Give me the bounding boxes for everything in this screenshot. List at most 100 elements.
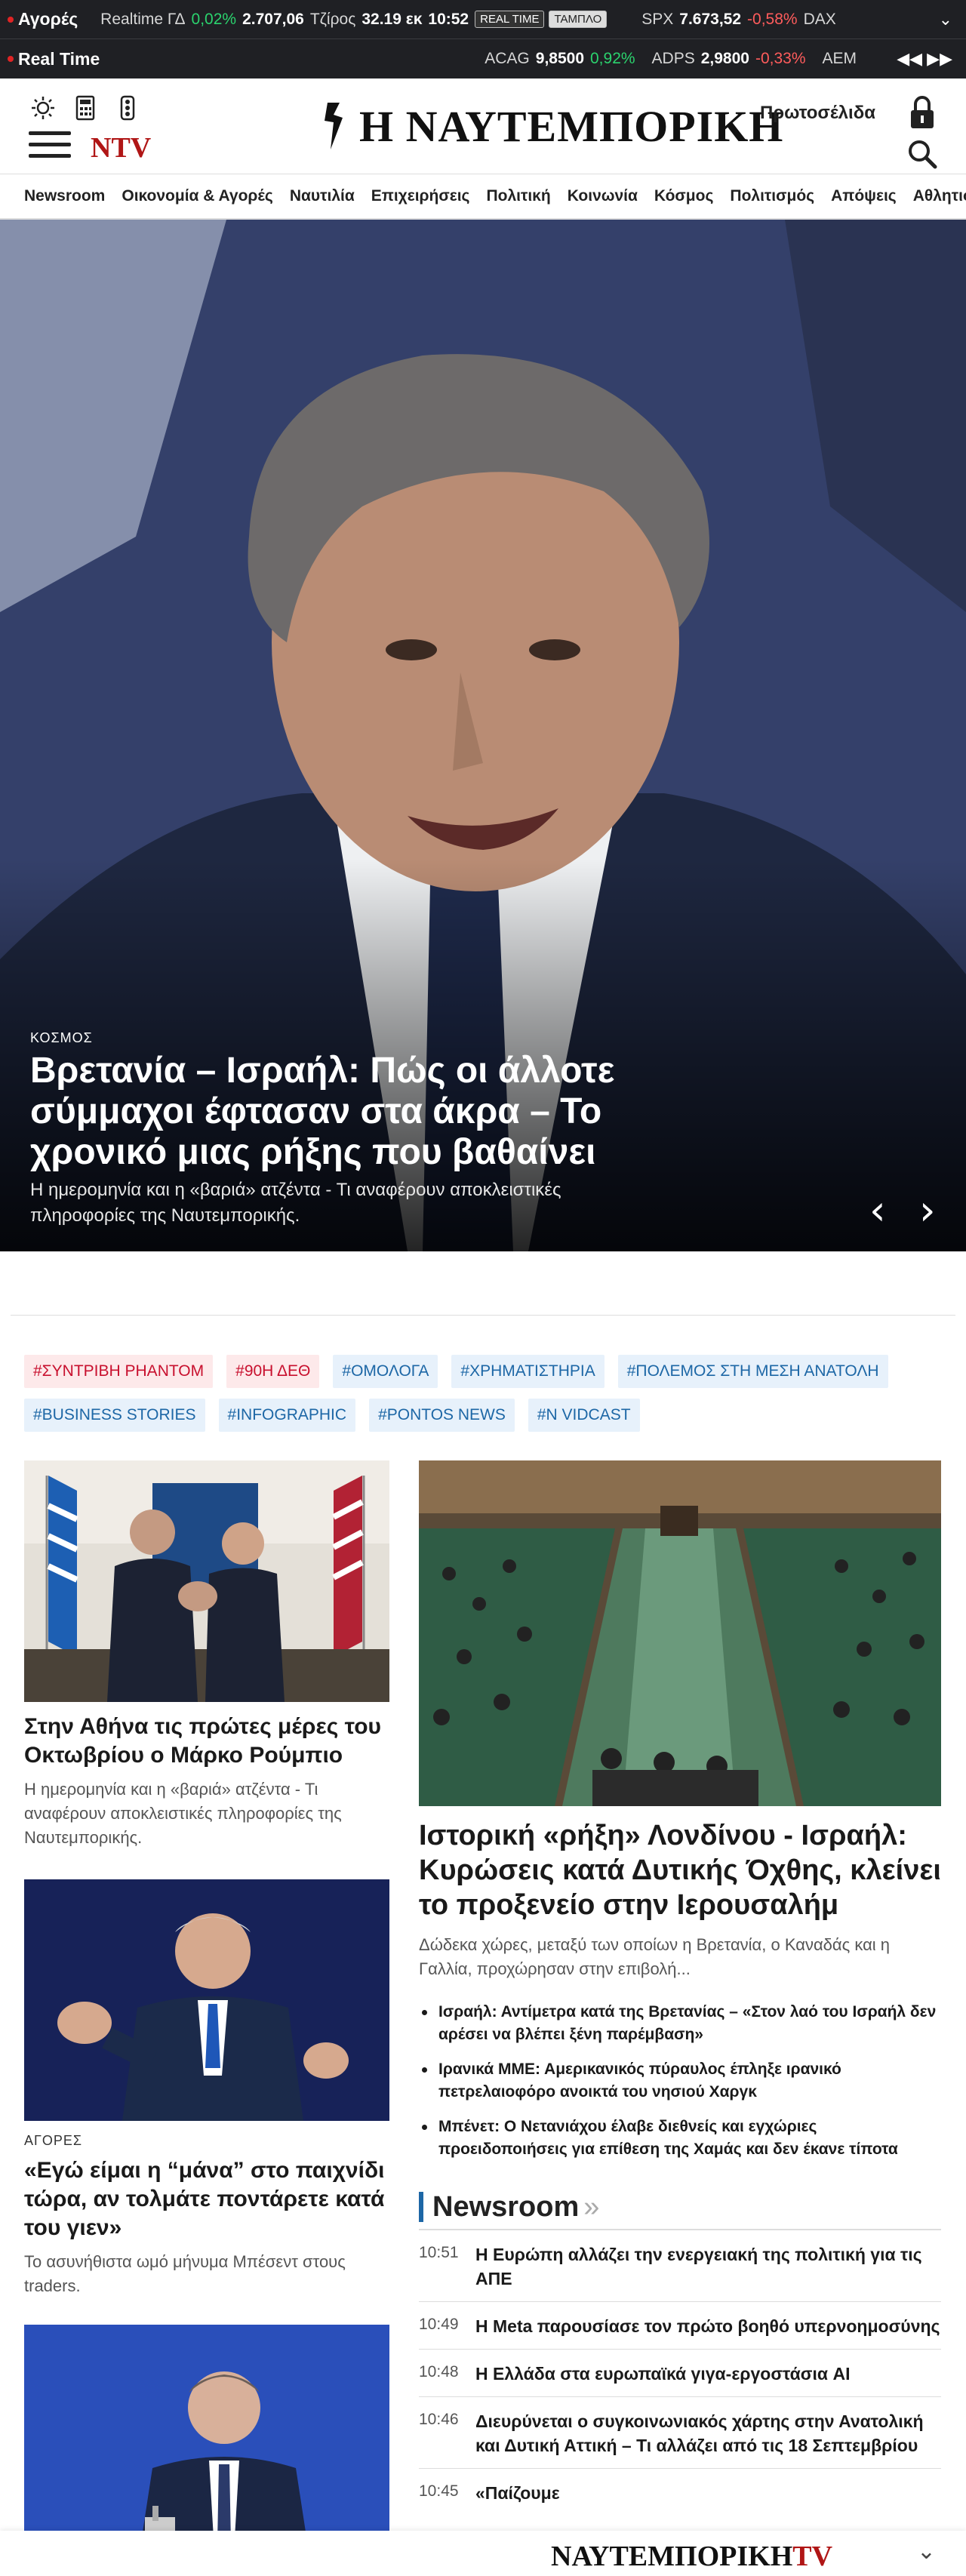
header-icons — [30, 95, 140, 121]
article-card-mitsotakis[interactable] — [24, 2325, 389, 2566]
news-title[interactable]: Η Ευρώπη αλλάζει την ενεργειακή της πολι… — [475, 2242, 941, 2291]
acag-label: ACAG — [485, 50, 530, 67]
tag-pill[interactable]: #90Η ΔΕΘ — [226, 1355, 320, 1388]
ticker-expand-icon[interactable]: ⌄ — [939, 10, 966, 29]
search-icon[interactable] — [907, 139, 937, 169]
newsroom-item[interactable]: 10:49 Η Meta παρουσίασε τον πρώτο βοηθό … — [419, 2302, 941, 2350]
nav-item[interactable]: Αθλητισμός — [913, 187, 966, 205]
realtime-label: Realtime ΓΔ — [100, 10, 186, 28]
mitsotakis-photo-illustration — [24, 2325, 389, 2566]
newsroom-item[interactable]: 10:46 Διευρύνεται ο συγκοινωνιακός χάρτη… — [419, 2397, 941, 2469]
hero-subtitle: Η ημερομηνία και η «βαριά» ατζέντα - Τι … — [30, 1180, 561, 1226]
article-title[interactable]: «Εγώ είμαι η “μάνα” στο παιχνίδι τώρα, α… — [24, 2156, 389, 2242]
hero-next-icon[interactable]: › — [919, 1186, 936, 1234]
main-article-subtitle: Δώδεκα χώρες, μεταξύ των οποίων η Βρεταν… — [419, 1935, 891, 1978]
hero-title[interactable]: Βρετανία – Ισραήλ: Πώς οι άλλοτε σύμμαχο… — [30, 1051, 664, 1173]
news-title[interactable]: Η Ελλάδα στα ευρωπαϊκά γιγα-εργοστάσια A… — [475, 2362, 850, 2386]
related-link[interactable]: Ιρανικά ΜΜΕ: Αμερικανικός πύραυλος έπληξ… — [419, 2058, 941, 2104]
article-image[interactable] — [24, 2325, 389, 2566]
article-image[interactable] — [24, 1879, 389, 2121]
lock-icon[interactable] — [909, 95, 936, 130]
frontpages-link[interactable]: Πρωτοσέλιδα — [760, 103, 875, 124]
nav-item[interactable]: Πολιτισμός — [730, 187, 814, 205]
ticker-time: 10:52 — [428, 10, 469, 28]
main-article-title[interactable]: Ιστορική «ρήξη» Λονδίνου - Ισραήλ: Κυρώσ… — [419, 1818, 941, 1922]
ntv-link[interactable]: NTV — [91, 131, 151, 165]
article-card-rubio[interactable]: Στην Αθήνα τις πρώτες μέρες του Οκτωβρίο… — [24, 1460, 389, 1850]
acag-change: 0,92% — [590, 50, 635, 67]
article-image[interactable] — [419, 1460, 941, 1806]
adps-change: -0,33% — [755, 50, 806, 67]
markets-label[interactable]: Αγορές — [18, 9, 78, 29]
nav-item[interactable]: Πολιτική — [486, 187, 550, 205]
newsroom-title[interactable]: Newsroom — [432, 2191, 579, 2224]
site-logo[interactable]: Η ΝΑΥΤΕΜΠΟΡΙΚΗ — [317, 100, 783, 152]
ticker-row-stocks: Real Time ACAG 9,8500 0,92% ADPS 2,9800 … — [0, 39, 966, 78]
bessent-photo-illustration — [24, 1879, 389, 2121]
tag-pill[interactable]: #BUSINESS STORIES — [24, 1399, 205, 1432]
newsroom-item[interactable]: 10:51 Η Ευρώπη αλλάζει την ενεργειακή τη… — [419, 2230, 941, 2302]
main-nav: Newsroom Οικονομία & Αγορές Ναυτιλία Επι… — [0, 174, 966, 220]
hero-category[interactable]: ΚΟΣΜΟΣ — [30, 1030, 93, 1046]
site-header: NTV Η ΝΑΥΤΕΜΠΟΡΙΚΗ Πρωτοσέλιδα — [0, 78, 966, 174]
chevron-down-icon[interactable]: ⌄ — [917, 2538, 936, 2565]
adps-label: ADPS — [651, 50, 695, 67]
ticker-nav-arrows[interactable]: ◀◀ ▶▶ — [897, 49, 966, 69]
rubio-photo-illustration — [24, 1460, 389, 1702]
tv-logo-suffix: TV — [792, 2541, 833, 2572]
tag-pill[interactable]: #ΧΡΗΜΑΤΙΣΤΗΡΙΑ — [451, 1355, 605, 1388]
market-ticker: Αγορές Realtime ΓΔ 0,02% 2.707,06 Τζίρος… — [0, 0, 966, 78]
menu-icon[interactable] — [29, 131, 71, 162]
tag-pill[interactable]: #INFOGRAPHIC — [218, 1399, 356, 1432]
weather-icon[interactable] — [30, 95, 56, 121]
tag-pill[interactable]: #N VIDCAST — [528, 1399, 640, 1432]
nav-item[interactable]: Κοινωνία — [568, 187, 638, 205]
spx-change: -0,58% — [747, 10, 798, 28]
newsroom-widget: Newsroom » 10:51 Η Ευρώπη αλλάζει την εν… — [419, 2185, 941, 2516]
nav-item[interactable]: Newsroom — [24, 187, 105, 205]
hero-prev-icon[interactable]: ‹ — [869, 1186, 886, 1234]
realtime-title[interactable]: Real Time — [18, 49, 100, 69]
tag-pill[interactable]: #ΟΜΟΛΟΓΑ — [333, 1355, 438, 1388]
article-subtitle: Η ημερομηνία και η «βαριά» ατζέντα - Τι … — [24, 1780, 342, 1847]
nav-item[interactable]: Οικονομία & Αγορές — [122, 187, 272, 205]
ticker-row-markets: Αγορές Realtime ΓΔ 0,02% 2.707,06 Τζίρος… — [0, 0, 966, 39]
news-title[interactable]: «Παίζουμε — [475, 2481, 560, 2505]
board-button[interactable]: ΤΑΜΠΛΟ — [549, 11, 608, 28]
newsroom-header[interactable]: Newsroom » — [419, 2185, 941, 2230]
calculator-icon[interactable] — [72, 95, 98, 121]
tag-pill[interactable]: #ΣΥΝΤΡΙΒΗ ΡΗΑΝΤΟΜ — [24, 1355, 214, 1388]
traffic-light-icon[interactable] — [115, 95, 140, 121]
article-image[interactable] — [24, 1460, 389, 1702]
double-chevron-icon[interactable]: » — [583, 2191, 599, 2224]
news-title[interactable]: Η Meta παρουσίασε τον πρώτο βοηθό υπερνο… — [475, 2314, 940, 2338]
main-article-uk-israel[interactable]: Ιστορική «ρήξη» Λονδίνου - Ισραήλ: Κυρώσ… — [419, 1460, 941, 2173]
spx-label: SPX — [641, 10, 674, 28]
related-link[interactable]: Μπένετ: Ο Νετανιάχου έλαβε διεθνείς και … — [419, 2116, 941, 2161]
nav-item[interactable]: Επιχειρήσεις — [371, 187, 470, 205]
gd-change: 0,02% — [191, 10, 237, 28]
newsroom-item[interactable]: 10:45 «Παίζουμε — [419, 2469, 941, 2516]
realtime-button[interactable]: REAL TIME — [475, 11, 545, 28]
sticky-tv-bar[interactable]: ΝΑΥΤΕΜΠΟΡΙΚΗTV ⌄ — [0, 2531, 966, 2576]
article-category[interactable]: ΑΓΟΡΕΣ — [24, 2133, 389, 2149]
article-title[interactable]: Στην Αθήνα τις πρώτες μέρες του Οκτωβρίο… — [24, 1713, 389, 1770]
news-time: 10:46 — [419, 2411, 459, 2428]
article-card-bessent[interactable]: ΑΓΟΡΕΣ «Εγώ είμαι η “μάνα” στο παιχνίδι … — [24, 1879, 389, 2298]
nav-item[interactable]: Απόψεις — [831, 187, 897, 205]
related-link[interactable]: Ισραήλ: Αντίμετρα κατά της Βρετανίας – «… — [419, 2001, 941, 2046]
tag-pill[interactable]: #PONTOS NEWS — [369, 1399, 515, 1432]
news-time: 10:48 — [419, 2363, 459, 2381]
nav-item[interactable]: Κόσμος — [654, 187, 713, 205]
news-title[interactable]: Διευρύνεται ο συγκοινωνιακός χάρτης στην… — [475, 2409, 941, 2458]
nav-item[interactable]: Ναυτιλία — [290, 187, 355, 205]
article-subtitle: Το ασυνήθιστα ωμό μήνυμα Μπέσεντ στους t… — [24, 2252, 346, 2295]
newsroom-item[interactable]: 10:48 Η Ελλάδα στα ευρωπαϊκά γιγα-εργοστ… — [419, 2350, 941, 2397]
tag-pill[interactable]: #ΠΟΛΕΜΟΣ ΣΤΗ ΜΕΣΗ ΑΝΑΤΟΛΗ — [617, 1355, 888, 1388]
aem-label: AEM — [822, 50, 857, 67]
hashtag-list: #ΣΥΝΤΡΙΒΗ ΡΗΑΝΤΟΜ #90Η ΔΕΘ #ΟΜΟΛΟΓΑ #ΧΡΗ… — [24, 1355, 930, 1432]
turnover-value: 32.19 εκ — [361, 10, 423, 28]
adps-value: 2,9800 — [700, 50, 749, 67]
live-dot-icon — [8, 56, 14, 62]
naftemporiki-tv-logo[interactable]: ΝΑΥΤΕΜΠΟΡΙΚΗTV — [551, 2540, 832, 2573]
